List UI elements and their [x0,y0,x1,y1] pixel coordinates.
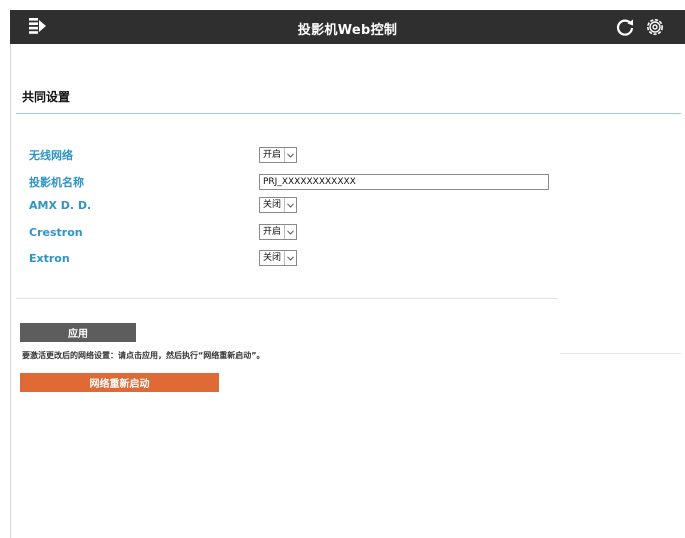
extron-label: Extron [29,252,70,265]
projector-name-input[interactable]: PRJ_XXXXXXXXXXXX [259,174,549,190]
section-divider [16,113,681,114]
wireless-select[interactable]: 开启 [259,147,298,163]
projector-name-label: 投影机名称 [29,176,84,189]
refresh-icon[interactable] [614,16,636,38]
section-title: 共同设置 [22,90,71,104]
chevron-down-icon [284,225,296,239]
crestron-label: Crestron [29,226,83,239]
wireless-select-value: 开启 [263,150,282,160]
top-bar: 投影机Web控制 [10,10,685,44]
wireless-label: 无线网络 [29,149,73,162]
apply-note: 要激活更改后的网络设置：请点击应用，然后执行“网络重新启动”。 [22,351,265,360]
network-restart-button[interactable]: 网络重新启动 [20,373,219,392]
gear-icon[interactable] [644,16,666,38]
app-title: 投影机Web控制 [297,23,398,38]
amx-label: AMX D. D. [29,199,92,212]
content-left-border [10,44,11,538]
form-divider [16,298,558,299]
crestron-select[interactable]: 开启 [259,224,298,240]
amx-select[interactable]: 关闭 [259,197,298,213]
amx-select-value: 关闭 [263,200,282,210]
crestron-select-value: 开启 [263,227,282,237]
apply-button[interactable]: 应用 [20,323,136,342]
extron-select[interactable]: 关闭 [259,250,298,266]
form-divider-right [560,353,681,354]
chevron-down-icon [284,198,296,212]
extron-select-value: 关闭 [263,253,282,263]
chevron-down-icon [284,148,296,162]
chevron-down-icon [284,251,296,265]
